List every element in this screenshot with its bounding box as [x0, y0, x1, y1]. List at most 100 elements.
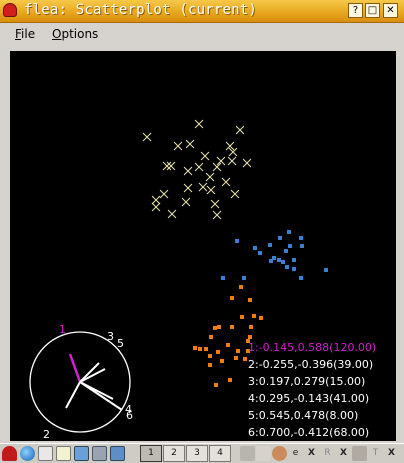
network-icon[interactable] — [92, 446, 107, 461]
menu-file[interactable]: File — [15, 27, 35, 41]
yellow-point — [205, 172, 215, 182]
blue-point — [285, 265, 289, 269]
x-icon-3[interactable]: X — [384, 446, 399, 461]
yellow-point — [183, 166, 193, 176]
yellow-point — [183, 183, 193, 193]
axis-label-6: 6 — [126, 409, 133, 422]
yellow-point — [159, 189, 169, 199]
yellow-point — [173, 141, 183, 151]
title-bar[interactable]: flea: Scatterplot (current) ? □ ✕ — [0, 0, 404, 23]
pen-icon[interactable] — [352, 446, 367, 461]
readout-line-4: 4:0.295,-0.143(41.00) — [248, 392, 369, 405]
orange-point — [243, 357, 247, 361]
desktop-3-button[interactable]: 3 — [186, 445, 208, 462]
blue-point — [258, 251, 262, 255]
scatterplot-svg: 1 2 3 4 5 6 1:-0.145,0.588(120.00) 2:-0.… — [29, 119, 376, 441]
yellow-point — [212, 162, 222, 172]
axis-label-2: 2 — [43, 428, 50, 441]
desktop-1-button[interactable]: 1 — [140, 445, 162, 462]
notes-icon[interactable] — [56, 446, 71, 461]
yellow-point — [185, 139, 195, 149]
scatterplot-canvas[interactable]: 1 2 3 4 5 6 1:-0.145,0.588(120.00) 2:-0.… — [10, 51, 396, 441]
blue-cluster — [221, 230, 328, 280]
orange-point — [248, 335, 252, 339]
blue-point — [269, 259, 273, 263]
orange-point — [209, 335, 213, 339]
orange-point — [193, 346, 197, 350]
axes-widget[interactable]: 1 2 3 4 5 6 — [29, 323, 133, 441]
blue-point — [253, 246, 257, 250]
orange-point — [239, 285, 243, 289]
help-button[interactable]: ? — [348, 3, 363, 18]
menu-bar: File Options — [0, 23, 404, 47]
printer-icon[interactable] — [110, 446, 125, 461]
yellow-point — [166, 161, 176, 171]
yellow-point — [221, 177, 231, 187]
taskbar: 1 2 3 4 e X R X T X — [0, 443, 404, 463]
orange-point — [236, 349, 240, 353]
yellow-point — [142, 132, 152, 142]
yellow-point — [210, 199, 220, 209]
axis-1-line[interactable] — [68, 353, 82, 383]
yellow-cluster — [142, 119, 252, 220]
menu-options[interactable]: Options — [52, 27, 98, 41]
blue-point — [287, 230, 291, 234]
yellow-point — [242, 158, 252, 168]
desktop-4-button[interactable]: 4 — [209, 445, 231, 462]
blue-point — [277, 258, 281, 262]
orange-point — [208, 354, 212, 358]
readout-line-1: 1:-0.145,0.588(120.00) — [248, 341, 376, 354]
orange-point — [217, 325, 221, 329]
orange-point — [230, 325, 234, 329]
yellow-point — [198, 182, 208, 192]
axis-readout-list: 1:-0.145,0.588(120.00) 2:-0.255,-0.396(3… — [248, 341, 376, 439]
orange-point — [198, 347, 202, 351]
orange-point — [213, 326, 217, 330]
close-button[interactable]: ✕ — [383, 3, 398, 18]
maximize-button[interactable]: □ — [365, 3, 380, 18]
readout-line-6: 6:0.700,-0.412(68.00) — [248, 426, 369, 439]
letter-e-icon[interactable]: e — [288, 446, 303, 461]
letter-t-icon[interactable]: T — [368, 446, 383, 461]
yellow-point — [216, 156, 226, 166]
axis-5-line[interactable] — [79, 368, 106, 383]
help-icon: ? — [352, 5, 359, 16]
orange-point — [220, 359, 224, 363]
readout-line-3: 3:0.197,0.279(15.00) — [248, 375, 365, 388]
yellow-point — [167, 209, 177, 219]
orange-point — [228, 378, 232, 382]
tool-icon[interactable] — [240, 446, 255, 461]
desktop-2-button[interactable]: 2 — [163, 445, 185, 462]
axis-2-line[interactable] — [65, 381, 81, 409]
axis-label-5: 5 — [117, 337, 124, 350]
readout-line-2: 2:-0.255,-0.396(39.00) — [248, 358, 373, 371]
orange-cluster — [193, 285, 263, 387]
orange-point — [240, 315, 244, 319]
x-icon-2[interactable]: X — [336, 446, 351, 461]
yellow-point — [162, 161, 172, 171]
yellow-point — [194, 162, 204, 172]
face-icon[interactable] — [272, 446, 287, 461]
blue-point — [268, 243, 272, 247]
app-icon[interactable] — [3, 3, 17, 17]
x-icon-1[interactable]: X — [304, 446, 319, 461]
blue-point — [281, 260, 285, 264]
blue-point — [299, 236, 303, 240]
yellow-point — [151, 195, 161, 205]
mail-icon[interactable] — [38, 446, 53, 461]
orange-point — [234, 356, 238, 360]
yellow-point — [227, 156, 237, 166]
yellow-point — [151, 202, 161, 212]
blue-point — [235, 239, 239, 243]
axis-6-line[interactable] — [79, 381, 123, 411]
letter-r-icon[interactable]: R — [320, 446, 335, 461]
orange-point — [226, 343, 230, 347]
hand-icon[interactable] — [256, 446, 271, 461]
monitor-icon[interactable] — [74, 446, 89, 461]
readout-line-5: 5:0.545,0.478(8.00) — [248, 409, 358, 422]
globe-icon[interactable] — [20, 446, 35, 461]
red-hat-icon[interactable] — [2, 446, 17, 461]
yellow-point — [235, 125, 245, 135]
maximize-icon: □ — [367, 5, 378, 16]
orange-point — [214, 383, 218, 387]
